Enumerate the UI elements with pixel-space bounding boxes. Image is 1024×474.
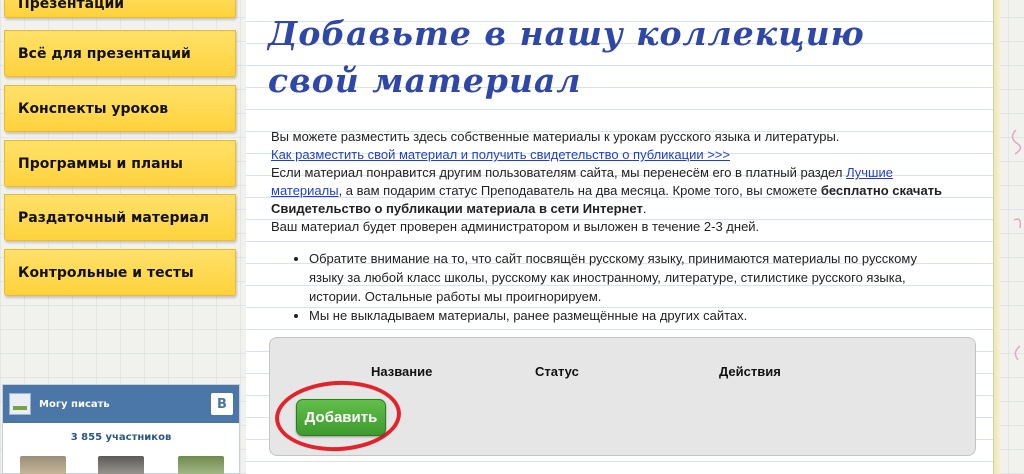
vk-group-name[interactable]: Могу писать bbox=[39, 399, 211, 410]
list-item: Мы не выкладываем материалы, ранее разме… bbox=[309, 306, 931, 325]
howto-link[interactable]: Как разместить свой материал и получить … bbox=[271, 147, 730, 162]
member-avatar[interactable] bbox=[20, 456, 66, 474]
vk-community-widget: Могу писать B 3 855 участников bbox=[2, 384, 240, 474]
promotion-paragraph: Если материал понравится другим пользова… bbox=[271, 165, 943, 216]
vk-widget-header: Могу писать B bbox=[3, 385, 239, 423]
column-header-actions: Действия bbox=[719, 364, 781, 379]
menu-item-presentations[interactable]: Презентации bbox=[4, 0, 236, 18]
menu-item-programs-plans[interactable]: Программы и планы bbox=[4, 140, 236, 187]
review-note: Ваш материал будет проверен администрато… bbox=[271, 219, 760, 234]
menu-item-presentation-resources[interactable]: Всё для презентаций bbox=[4, 30, 236, 77]
member-avatar[interactable] bbox=[178, 456, 224, 474]
member-avatar[interactable] bbox=[98, 456, 144, 474]
page-title: Добавьте в нашу коллекцию свой материал bbox=[268, 14, 865, 100]
scribble-decoration bbox=[1011, 129, 1022, 361]
add-material-button[interactable]: Добавить bbox=[296, 399, 386, 436]
upload-info: Вы можете разместить здесь собственные м… bbox=[271, 128, 961, 325]
intro-text: Вы можете разместить здесь собственные м… bbox=[271, 129, 840, 144]
rules-list: Обратите внимание на то, что сайт посвящ… bbox=[271, 249, 931, 325]
menu-item-tests[interactable]: Контрольные и тесты bbox=[4, 249, 236, 296]
paper-edge bbox=[994, 0, 1000, 474]
column-header-name: Название bbox=[371, 364, 433, 379]
column-header-status: Статус bbox=[535, 364, 579, 379]
group-logo-icon[interactable] bbox=[9, 393, 31, 415]
menu-item-lesson-notes[interactable]: Конспекты уроков bbox=[4, 85, 236, 132]
menu-item-handouts[interactable]: Раздаточный материал bbox=[4, 194, 236, 241]
list-item: Обратите внимание на то, что сайт посвящ… bbox=[309, 249, 931, 306]
sidebar: Презентации Всё для презентаций Конспект… bbox=[0, 0, 240, 474]
vk-logo-icon[interactable]: B bbox=[211, 393, 233, 415]
vk-members-count[interactable]: 3 855 участников bbox=[3, 432, 239, 443]
